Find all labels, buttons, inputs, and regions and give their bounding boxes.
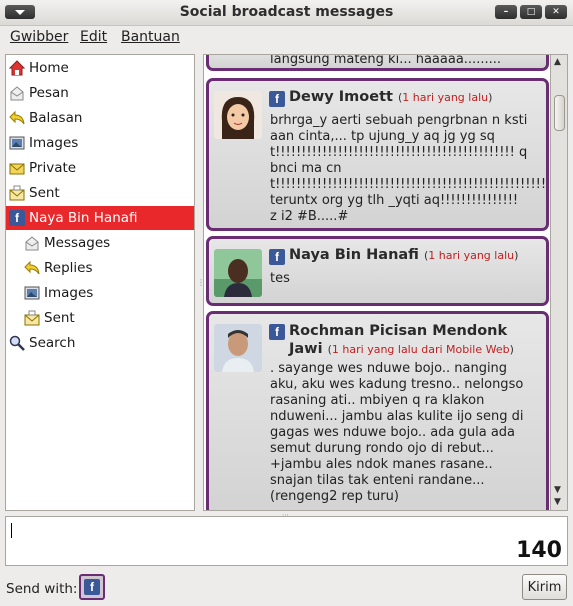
stream-scrollbar[interactable]: ▲ ▼ ▼ — [551, 54, 568, 511]
message-icon — [25, 236, 39, 251]
reply-icon — [24, 260, 40, 275]
sidebar: Home Pesan Balasan Images Private Sent f… — [5, 54, 195, 511]
sidebar-item-home[interactable]: Home — [6, 56, 194, 80]
message-time: 1 hari yang lalu — [428, 249, 515, 262]
sidebar-item-label: Sent — [44, 310, 75, 326]
message-author[interactable]: Naya Bin Hanafi (1 hari yang lalu) — [289, 247, 518, 263]
compose-input[interactable]: 140 — [5, 516, 568, 566]
sidebar-item-label: Sent — [29, 185, 60, 201]
sidebar-item-label: Images — [44, 285, 94, 301]
close-button[interactable]: ✕ — [545, 5, 567, 19]
message-body: . sayange wes nduwe bojo.. nanging aku, … — [270, 361, 524, 504]
facebook-icon: f — [269, 249, 285, 265]
facebook-icon: f — [269, 324, 285, 340]
message-card[interactable]: f Dewy Imoett (1 hari yang lalu) brhrga_… — [206, 78, 549, 231]
message-body: brhrga_y aerti sebuah pengrbnan n kstiaa… — [270, 113, 547, 224]
menu-bar: Gwibber Edit Bantuan — [0, 26, 573, 50]
sidebar-item-replies[interactable]: Replies — [6, 256, 194, 280]
message-card-partial: langsung mateng ki... haaaaa......... — [206, 54, 549, 71]
message-icon — [10, 86, 24, 101]
sidebar-item-label: Naya Bin Hanafi — [29, 210, 138, 226]
scroll-thumb[interactable] — [554, 95, 565, 131]
message-body: langsung mateng ki... haaaaa......... — [270, 54, 501, 67]
home-icon — [9, 60, 25, 76]
maximize-button[interactable]: □ — [520, 5, 542, 19]
message-body: tes — [270, 271, 290, 286]
message-time: 1 hari yang lalu — [402, 91, 489, 104]
sidebar-item-label: Search — [29, 335, 76, 351]
scroll-up-icon[interactable]: ▲ — [554, 57, 561, 67]
pane-splitter[interactable]: ⋮ — [195, 54, 205, 511]
facebook-icon: f — [269, 91, 285, 107]
private-icon — [9, 163, 25, 175]
character-counter: 140 — [516, 538, 562, 563]
sidebar-item-balasan[interactable]: Balasan — [6, 106, 194, 130]
facebook-icon: f — [9, 210, 25, 226]
avatar — [214, 91, 262, 139]
image-icon — [24, 286, 40, 300]
sidebar-item-account-sent[interactable]: Sent — [6, 306, 194, 330]
sidebar-item-pesan[interactable]: Pesan — [6, 81, 194, 105]
message-author[interactable]: Rochman Picisan Mendonk Jawi (1 hari yan… — [289, 322, 539, 359]
message-author[interactable]: Dewy Imoett (1 hari yang lalu) — [289, 89, 492, 105]
avatar — [214, 324, 262, 372]
sidebar-item-label: Balasan — [29, 110, 83, 126]
reply-icon — [9, 110, 25, 125]
sidebar-item-sent[interactable]: Sent — [6, 181, 194, 205]
sidebar-item-label: Home — [29, 60, 69, 76]
send-account-toggle[interactable]: f — [79, 574, 105, 600]
title-bar: Social broadcast messages – □ ✕ — [0, 0, 573, 26]
sidebar-item-label: Pesan — [29, 85, 69, 101]
message-stream[interactable]: langsung mateng ki... haaaaa......... f … — [203, 54, 551, 511]
message-card[interactable]: f Rochman Picisan Mendonk Jawi (1 hari y… — [206, 311, 549, 510]
sidebar-item-private[interactable]: Private — [6, 156, 194, 180]
sidebar-item-label: Private — [29, 160, 77, 176]
message-time: 1 hari yang lalu — [331, 343, 418, 356]
sidebar-item-account-images[interactable]: Images — [6, 281, 194, 305]
menu-bantuan[interactable]: Bantuan — [121, 29, 180, 45]
menu-edit[interactable]: Edit — [80, 29, 107, 45]
sidebar-item-label: Messages — [44, 235, 111, 251]
image-icon — [9, 136, 25, 150]
send-with-label: Send with: — [6, 581, 78, 597]
sidebar-item-messages[interactable]: Messages — [6, 231, 194, 255]
sent-icon — [9, 185, 25, 201]
sidebar-item-label: Images — [29, 135, 79, 151]
facebook-icon: f — [84, 579, 100, 595]
send-button[interactable]: Kirim — [522, 574, 567, 600]
window-title: Social broadcast messages — [179, 4, 394, 20]
avatar — [214, 249, 262, 297]
sidebar-item-label: Replies — [44, 260, 93, 276]
sent-icon — [24, 310, 40, 326]
window-controls: – □ ✕ — [495, 5, 567, 19]
minimize-button[interactable]: – — [495, 5, 517, 19]
scroll-down-icon[interactable]: ▼ — [554, 497, 561, 507]
scroll-down-icon[interactable]: ▼ — [554, 485, 561, 495]
sidebar-item-search[interactable]: Search — [6, 331, 194, 355]
message-card[interactable]: f Naya Bin Hanafi (1 hari yang lalu) tes — [206, 236, 549, 306]
sidebar-item-account-naya[interactable]: f Naya Bin Hanafi — [6, 206, 194, 230]
search-icon — [9, 335, 25, 351]
message-source: dari Mobile Web — [421, 343, 510, 356]
menu-gwibber[interactable]: Gwibber — [10, 29, 68, 45]
sidebar-item-images[interactable]: Images — [6, 131, 194, 155]
